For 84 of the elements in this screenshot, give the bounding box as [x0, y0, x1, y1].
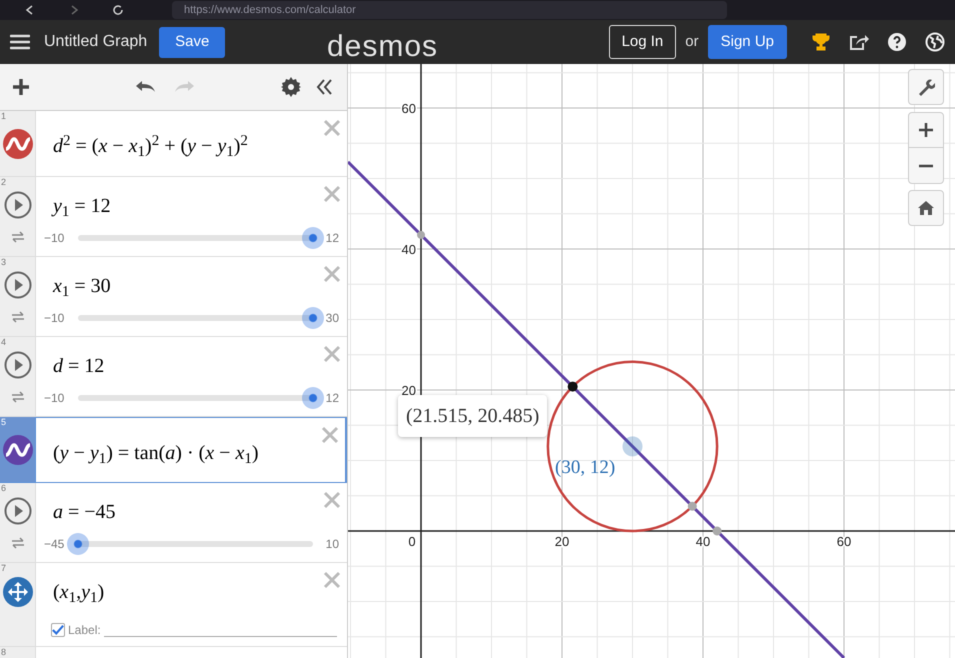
point-label: (30, 12) — [555, 456, 616, 480]
loop-icon[interactable] — [10, 311, 24, 323]
address-bar[interactable]: https://www.desmos.com/calculator — [172, 1, 727, 19]
row-gutter[interactable]: 2 — [0, 177, 35, 256]
math-expression[interactable]: (x$_{1}$,y$_{1}$) — [53, 577, 104, 607]
row-number: 5 — [1, 417, 6, 427]
coordinate-tooltip: (21.515, 20.485) — [398, 395, 548, 437]
globe-icon[interactable] — [925, 32, 945, 52]
row-gutter[interactable]: 5 — [0, 417, 35, 482]
row-number: 8 — [1, 647, 6, 657]
slider-max: 12 — [324, 230, 339, 247]
intersection-point[interactable] — [688, 502, 697, 511]
reload-icon[interactable] — [112, 4, 124, 16]
math-expression[interactable]: y$_{1}$ = 12 — [53, 191, 111, 221]
logo: desmos — [327, 29, 438, 65]
curve-icon[interactable] — [2, 129, 32, 159]
undo-icon[interactable] — [134, 80, 156, 94]
row-gutter[interactable]: 3 — [0, 257, 35, 336]
trophy-icon[interactable] — [811, 32, 831, 52]
x-tick-label: 60 — [836, 534, 852, 549]
slider-max: 12 — [324, 390, 339, 407]
move-point-icon[interactable] — [2, 577, 32, 607]
math-expression[interactable]: d = 12 — [53, 351, 104, 381]
play-icon[interactable] — [4, 497, 32, 525]
home-icon — [918, 201, 934, 215]
loop-icon[interactable] — [10, 391, 24, 403]
save-button[interactable]: Save — [159, 26, 226, 58]
slider-max: 30 — [324, 310, 339, 327]
y-tick-label: 20 — [402, 383, 416, 398]
x-tick-label: 20 — [554, 534, 570, 549]
slider-max: 10 — [324, 536, 339, 553]
y-tick-label: 60 — [402, 101, 416, 116]
play-icon[interactable] — [4, 351, 32, 379]
slider-min: −10 — [44, 310, 66, 327]
loop-icon[interactable] — [10, 537, 24, 549]
slider-min: −10 — [44, 230, 66, 247]
x-tick-label: 40 — [696, 534, 710, 549]
expression-row[interactable]: 8 — [0, 647, 347, 658]
home-button[interactable] — [908, 190, 944, 226]
row-number: 3 — [1, 257, 6, 267]
share-icon[interactable] — [849, 33, 869, 51]
wrench-icon — [917, 78, 935, 96]
math-expression[interactable]: x$_{1}$ = 30 — [53, 271, 111, 301]
settings-icon[interactable] — [281, 77, 301, 97]
curve-icon[interactable] — [2, 435, 32, 465]
loop-icon[interactable] — [10, 231, 24, 243]
math-expression[interactable]: a = −45 — [53, 497, 116, 527]
label-caption: Label: — [68, 622, 101, 639]
intercept-point[interactable] — [417, 230, 425, 239]
draggable-point[interactable] — [622, 436, 642, 456]
row-gutter[interactable]: 6 — [0, 483, 35, 562]
slider-thumb[interactable] — [67, 533, 89, 555]
label-checkbox[interactable] — [51, 623, 65, 637]
play-icon[interactable] — [4, 271, 32, 299]
graph-title[interactable]: Untitled Graph — [44, 30, 148, 54]
row-gutter[interactable]: 4 — [0, 337, 35, 416]
add-icon[interactable] — [12, 78, 30, 96]
slider-thumb[interactable] — [302, 227, 324, 249]
row-gutter[interactable]: 8 — [0, 647, 35, 658]
slider-min: −45 — [44, 536, 66, 553]
x-tick-label: 0 — [408, 534, 416, 549]
wrench-button[interactable] — [908, 69, 944, 105]
y-tick-label: 40 — [402, 242, 416, 257]
menu-icon[interactable] — [10, 34, 30, 50]
plus-icon — [919, 123, 933, 137]
row-number: 6 — [1, 483, 6, 493]
row-number: 2 — [1, 177, 6, 187]
or-text: or — [685, 32, 699, 52]
intercept-point[interactable] — [712, 526, 722, 536]
play-icon[interactable] — [4, 191, 32, 219]
help-icon[interactable] — [887, 32, 907, 52]
login-button[interactable]: Log In — [608, 25, 676, 59]
collapse-icon[interactable] — [315, 78, 333, 96]
slider-thumb[interactable] — [302, 307, 324, 329]
slider-thumb[interactable] — [302, 387, 324, 409]
row-number: 4 — [1, 337, 6, 347]
signup-button[interactable]: Sign Up — [708, 25, 787, 59]
row-gutter[interactable]: 7 — [0, 563, 35, 646]
row-number: 1 — [1, 111, 6, 121]
slider-min: −10 — [44, 390, 66, 407]
intersection-point[interactable] — [568, 382, 578, 392]
math-expression[interactable]: d$^{2}$ = (x − x$_{1}$)$^{2}$ + (y − y$_{1}$)$^{2}$ — [53, 131, 248, 161]
row-number: 7 — [1, 563, 6, 573]
row-gutter[interactable]: 1 — [0, 111, 35, 176]
